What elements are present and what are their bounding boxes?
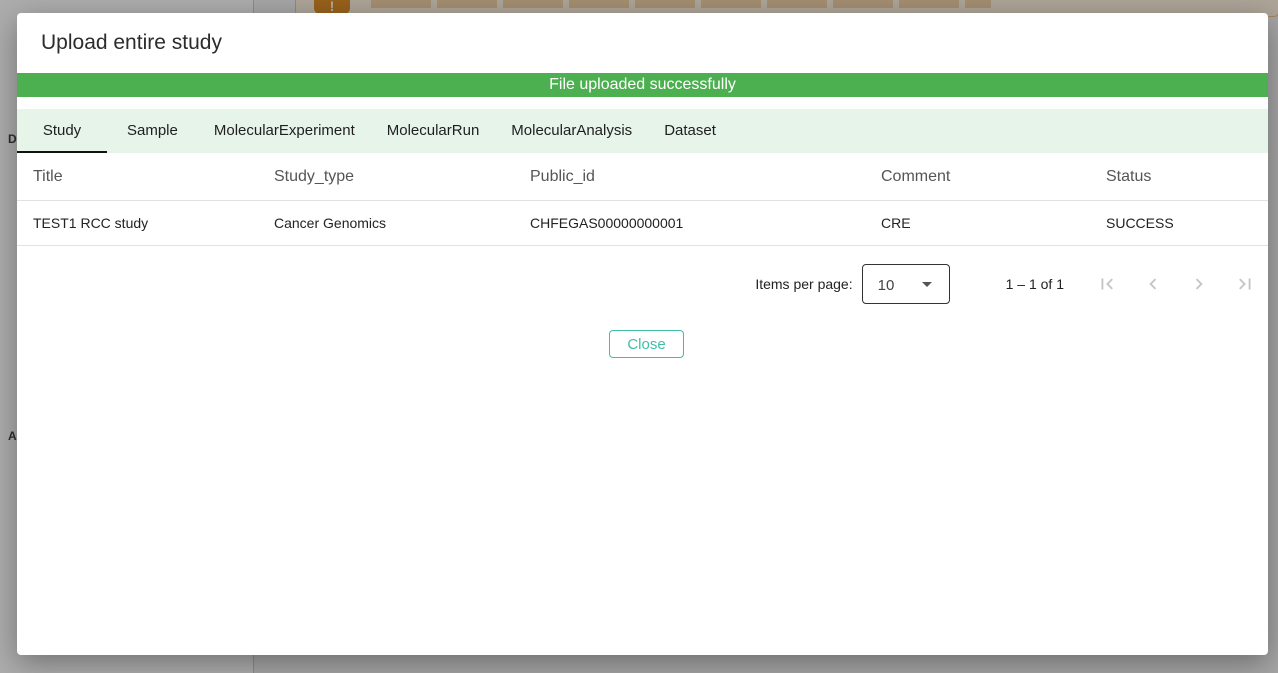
tab-dataset[interactable]: Dataset <box>648 109 732 153</box>
chevron-left-icon <box>1149 278 1157 290</box>
column-header-study-type[interactable]: Study_type <box>258 153 514 201</box>
cell-title: TEST1 RCC study <box>17 200 258 246</box>
dropdown-arrow-icon <box>921 282 932 287</box>
first-page-icon <box>1101 278 1113 290</box>
column-header-public-id[interactable]: Public_id <box>514 153 865 201</box>
last-page-button[interactable] <box>1222 264 1268 304</box>
cell-study-type: Cancer Genomics <box>258 200 514 246</box>
table-row: TEST1 RCC study Cancer Genomics CHFEGAS0… <box>17 200 1268 246</box>
items-per-page-select[interactable]: 10 <box>861 264 950 304</box>
next-page-button[interactable] <box>1176 264 1222 304</box>
tab-bar: Study Sample MolecularExperiment Molecul… <box>17 109 1268 153</box>
column-header-status[interactable]: Status <box>1090 153 1268 201</box>
column-header-title[interactable]: Title <box>17 153 258 201</box>
tab-molecular-experiment[interactable]: MolecularExperiment <box>194 109 371 153</box>
dialog-title: Upload entire study <box>41 31 222 54</box>
tab-molecular-analysis[interactable]: MolecularAnalysis <box>495 109 648 153</box>
table-header-row: Title Study_type Public_id Comment Statu… <box>17 153 1268 201</box>
cell-comment: CRE <box>865 200 1090 246</box>
items-per-page-value: 10 <box>877 277 895 294</box>
results-table: Title Study_type Public_id Comment Statu… <box>17 153 1268 246</box>
items-per-page-label: Items per page: <box>755 276 853 292</box>
page-range-label: 1 – 1 of 1 <box>1005 276 1064 292</box>
cell-status: SUCCESS <box>1090 200 1268 246</box>
cell-public-id: CHFEGAS00000000001 <box>514 200 865 246</box>
tab-molecular-run[interactable]: MolecularRun <box>371 109 496 153</box>
first-page-button[interactable] <box>1084 264 1130 304</box>
previous-page-button[interactable] <box>1130 264 1176 304</box>
tab-study[interactable]: Study <box>17 109 107 153</box>
paginator: Items per page: 10 1 – 1 of 1 <box>755 263 1268 305</box>
upload-study-dialog: Upload entire study File uploaded succes… <box>17 13 1268 655</box>
chevron-right-icon <box>1195 278 1203 290</box>
success-banner: File uploaded successfully <box>17 73 1268 97</box>
close-button[interactable]: Close <box>609 330 684 358</box>
column-header-comment[interactable]: Comment <box>865 153 1090 201</box>
tab-sample[interactable]: Sample <box>107 109 194 153</box>
last-page-icon <box>1239 278 1251 290</box>
